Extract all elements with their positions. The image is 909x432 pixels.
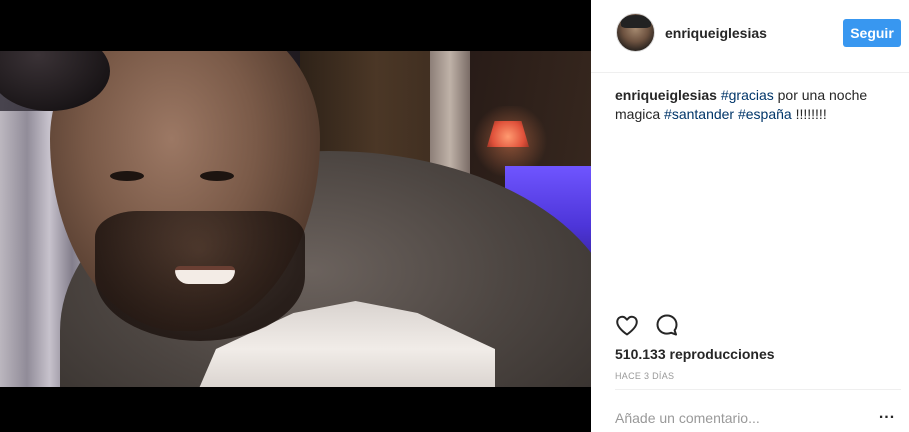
more-options-icon[interactable]: ... — [877, 406, 897, 426]
right-eye — [200, 171, 234, 181]
video-media[interactable] — [0, 0, 591, 432]
view-count[interactable]: 510.133 reproducciones — [615, 346, 775, 362]
comment-input[interactable] — [615, 409, 855, 427]
heart-outline-icon[interactable] — [613, 311, 641, 339]
video-frame[interactable] — [0, 51, 591, 387]
speech-bubble-icon[interactable] — [653, 311, 681, 339]
hashtag-santander[interactable]: #santander — [664, 106, 734, 122]
follow-button[interactable]: Seguir — [843, 19, 901, 47]
hashtag-espana[interactable]: #españa — [738, 106, 792, 122]
caption-username[interactable]: enriqueiglesias — [615, 87, 717, 103]
caption: enriqueiglesias #gracias por una noche m… — [615, 86, 885, 124]
mouth — [175, 266, 235, 284]
hashtag-gracias[interactable]: #gracias — [721, 87, 774, 103]
avatar[interactable] — [616, 13, 655, 52]
username-link[interactable]: enriqueiglesias — [665, 25, 767, 41]
comment-bar: ... — [615, 389, 901, 432]
left-eye — [110, 171, 144, 181]
post-timestamp[interactable]: HACE 3 DÍAS — [615, 371, 674, 381]
caption-exclamations: !!!!!!!! — [791, 106, 827, 122]
post-actions — [613, 311, 713, 339]
post-header: enriqueiglesias Seguir — [591, 0, 909, 73]
post-side-panel: enriqueiglesias Seguir enriqueiglesias #… — [591, 0, 909, 432]
